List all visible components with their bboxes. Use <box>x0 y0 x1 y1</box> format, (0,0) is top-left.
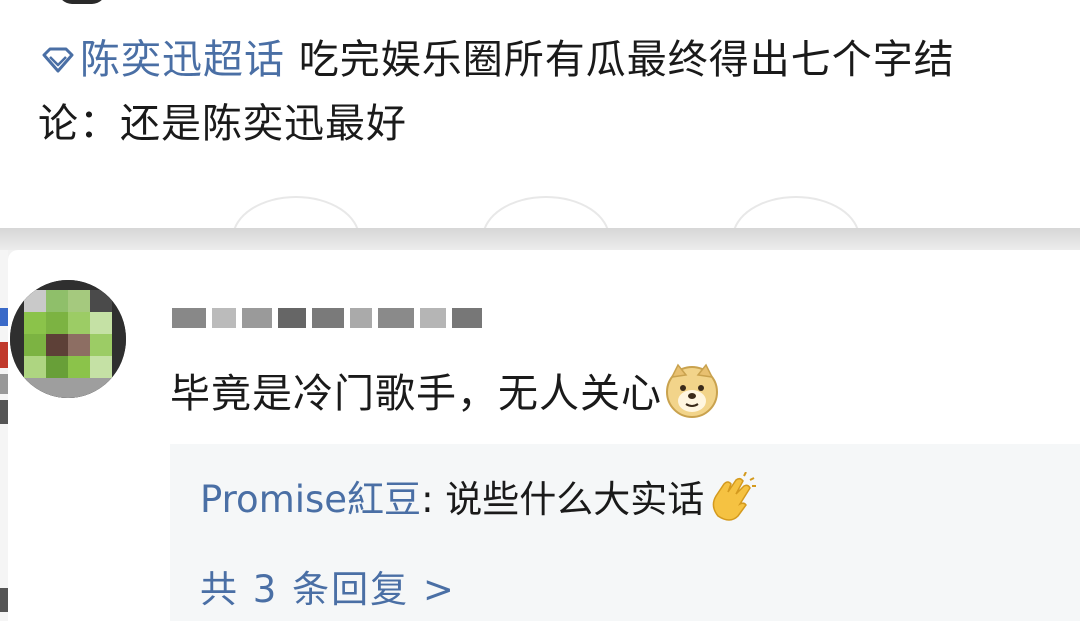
reply-author[interactable]: Promise紅豆 <box>200 478 421 521</box>
comment-text: 毕竟是冷门歌手，无人关心 <box>170 371 662 417</box>
action-button-like[interactable] <box>732 196 860 228</box>
action-button-repost[interactable] <box>232 196 360 228</box>
action-button-comment[interactable] <box>482 196 610 228</box>
reply-text: 说些什么大实话 <box>445 478 705 521</box>
view-more-replies-link[interactable]: 共 3 条回复 > <box>200 562 456 618</box>
topic-link[interactable]: 陈奕迅超话 <box>38 37 285 83</box>
reply-separator: : <box>421 478 446 521</box>
reply-item[interactable]: Promise紅豆: 说些什么大实话 <box>200 472 758 528</box>
pixelated-avatar-image <box>10 280 126 398</box>
clap-icon <box>713 472 757 521</box>
doge-icon <box>666 363 718 418</box>
topic-label: 陈奕迅超话 <box>80 37 285 83</box>
commenter-avatar[interactable] <box>10 280 126 398</box>
comment-body: 毕竟是冷门歌手，无人关心 <box>170 362 720 426</box>
screenshot-divider <box>0 228 1080 250</box>
reply-preview-box[interactable]: Promise紅豆: 说些什么大实话 共 3 条回复 > <box>170 444 1080 621</box>
background-sliver <box>0 250 8 621</box>
post-avatar-cropped <box>58 0 106 4</box>
post-text-line1: 吃完娱乐圈所有瓜最终得出七个字结 <box>285 37 955 83</box>
topic-diamond-icon <box>42 47 74 73</box>
commenter-username-redacted[interactable] <box>172 300 484 336</box>
post-text: 陈奕迅超话 吃完娱乐圈所有瓜最终得出七个字结 论：还是陈奕迅最好 <box>38 28 1048 156</box>
post-card: 陈奕迅超话 吃完娱乐圈所有瓜最终得出七个字结 论：还是陈奕迅最好 <box>0 0 1080 228</box>
post-text-line2: 论：还是陈奕迅最好 <box>38 101 407 147</box>
